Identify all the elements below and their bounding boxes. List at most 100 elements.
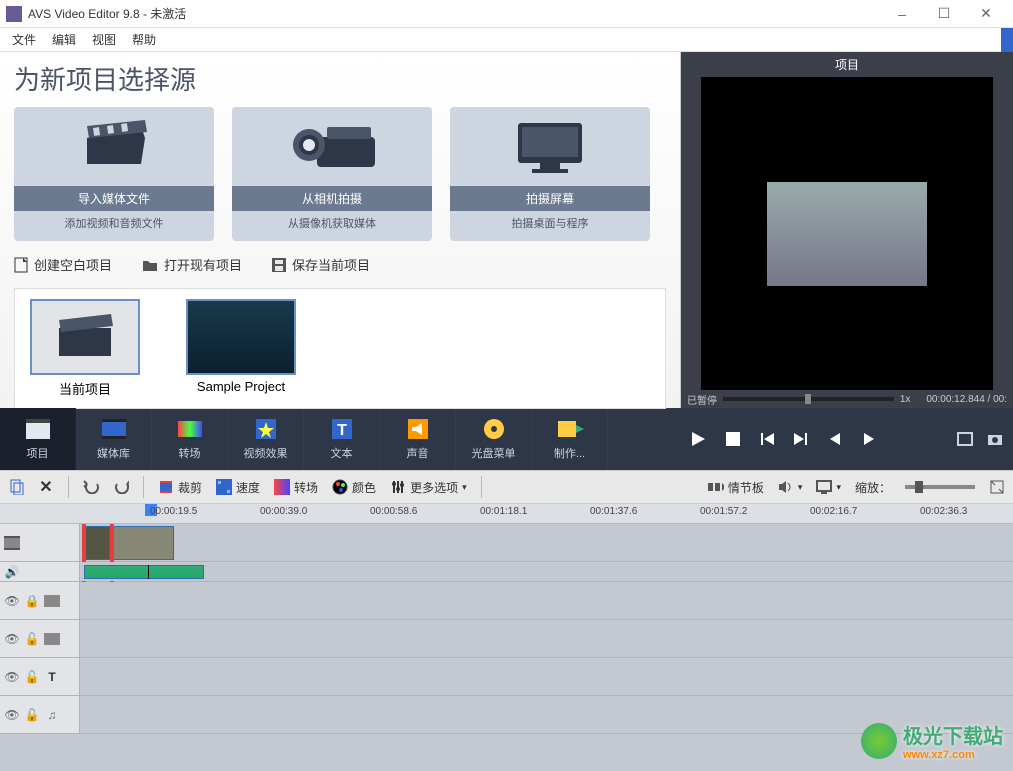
volume-button[interactable]: ▾ xyxy=(778,479,803,495)
source-sub: 拍摄桌面与程序 xyxy=(512,211,589,235)
eye-icon[interactable]: 👁 xyxy=(4,632,20,646)
track-text: 👁 🔓 T xyxy=(0,658,1013,696)
lock-icon[interactable]: 🔓 xyxy=(24,632,40,646)
prev-button[interactable] xyxy=(760,432,774,446)
play-button[interactable] xyxy=(690,431,706,447)
track-body[interactable] xyxy=(80,582,1013,619)
clapperboard-icon xyxy=(79,107,149,186)
disc-icon xyxy=(480,417,508,441)
eye-icon[interactable]: 👁 xyxy=(4,708,20,722)
side-tab[interactable] xyxy=(1001,28,1013,52)
text-icon: T xyxy=(328,417,356,441)
time-ruler[interactable]: 00:00:19.5 00:00:39.0 00:00:58.6 00:01:1… xyxy=(0,504,1013,524)
preview-time: 00:00:12.844 / 00: xyxy=(926,394,1007,405)
redo-button[interactable] xyxy=(113,479,129,495)
camcorder-icon xyxy=(287,107,377,186)
watermark: 极光下载站 www.xz7.com xyxy=(861,720,1003,761)
clapperboard-icon xyxy=(53,314,117,360)
fullscreen-button[interactable] xyxy=(957,432,973,446)
track-body[interactable] xyxy=(80,658,1013,695)
source-title: 导入媒体文件 xyxy=(14,186,214,211)
color-tool[interactable]: 颜色 xyxy=(332,479,376,496)
content-area: 为新项目选择源 导入媒体文件 添加视频和音频文件 从相机拍摄 从摄像机获取媒体 xyxy=(0,52,1013,408)
source-panel: 为新项目选择源 导入媒体文件 添加视频和音频文件 从相机拍摄 从摄像机获取媒体 xyxy=(0,52,681,408)
audio-clip[interactable] xyxy=(84,565,204,579)
source-capture-screen[interactable]: 拍摄屏幕 拍摄桌面与程序 xyxy=(450,107,650,241)
preview-panel: 项目 已暂停 1x 00:00:12.844 / 00: xyxy=(681,52,1013,408)
source-title: 从相机拍摄 xyxy=(232,186,432,211)
music-icon: ♫ xyxy=(44,708,60,722)
source-sub: 从摄像机获取媒体 xyxy=(288,211,376,235)
produce-icon xyxy=(556,417,584,441)
menu-help[interactable]: 帮助 xyxy=(124,28,164,51)
maximize-button[interactable]: ☐ xyxy=(923,0,965,28)
copy-button[interactable] xyxy=(8,479,24,495)
delete-button[interactable]: ✕ xyxy=(38,479,54,495)
filmstrip-icon xyxy=(44,632,60,646)
tab-video-effects[interactable]: 视频效果 xyxy=(228,408,304,470)
source-sub: 添加视频和音频文件 xyxy=(65,211,164,235)
tab-project[interactable]: 项目 xyxy=(0,408,76,470)
menu-edit[interactable]: 编辑 xyxy=(44,28,84,51)
next-button[interactable] xyxy=(794,432,808,446)
speed-slider[interactable] xyxy=(723,397,894,401)
storyboard-toggle[interactable]: 情节板 xyxy=(708,479,764,496)
transition-tool[interactable]: 转场 xyxy=(274,479,318,496)
lock-icon[interactable]: 🔓 xyxy=(24,670,40,684)
tab-produce[interactable]: 制作... xyxy=(532,408,608,470)
track-overlay-1: 👁 🔒 xyxy=(0,582,1013,620)
titlebar: AVS Video Editor 9.8 - 未激活 – ☐ ✕ xyxy=(0,0,1013,28)
tab-media-library[interactable]: 媒体库 xyxy=(76,408,152,470)
snapshot-button[interactable] xyxy=(987,432,1003,446)
frame-back-button[interactable] xyxy=(828,432,842,446)
tab-disc-menu[interactable]: 光盘菜单 xyxy=(456,408,532,470)
zoom-label: 缩放： xyxy=(855,479,891,496)
preview-viewport[interactable] xyxy=(701,77,993,390)
window-title: AVS Video Editor 9.8 - 未激活 xyxy=(28,5,186,22)
source-import-media[interactable]: 导入媒体文件 添加视频和音频文件 xyxy=(14,107,214,241)
track-body[interactable] xyxy=(80,562,1013,581)
fit-button[interactable] xyxy=(989,479,1005,495)
menu-file[interactable]: 文件 xyxy=(4,28,44,51)
project-sample[interactable]: Sample Project xyxy=(181,299,301,398)
open-project[interactable]: 打开现有项目 xyxy=(142,255,242,274)
crop-tool[interactable]: 裁剪 xyxy=(158,479,202,496)
lock-icon[interactable]: 🔒 xyxy=(24,594,40,608)
tab-text[interactable]: T 文本 xyxy=(304,408,380,470)
edit-toolbar: ✕ 裁剪 速度 转场 颜色 更多选项▾ 情节板 ▾ ▾ 缩放： xyxy=(0,470,1013,504)
video-clip[interactable] xyxy=(84,526,110,560)
speed-tool[interactable]: 速度 xyxy=(216,479,260,496)
source-title: 拍摄屏幕 xyxy=(450,186,650,211)
tab-transitions[interactable]: 转场 xyxy=(152,408,228,470)
minimize-button[interactable]: – xyxy=(881,0,923,28)
frame-fwd-button[interactable] xyxy=(862,432,876,446)
track-body[interactable] xyxy=(80,620,1013,657)
project-current[interactable]: 当前项目 xyxy=(25,299,145,398)
filmstrip-icon xyxy=(4,536,20,550)
save-project[interactable]: 保存当前项目 xyxy=(272,255,370,274)
zoom-slider[interactable] xyxy=(905,485,975,489)
eye-icon[interactable]: 👁 xyxy=(4,670,20,684)
close-button[interactable]: ✕ xyxy=(965,0,1007,28)
project-icon xyxy=(24,417,52,441)
undo-button[interactable] xyxy=(83,479,99,495)
source-from-camera[interactable]: 从相机拍摄 从摄像机获取媒体 xyxy=(232,107,432,241)
preview-title: 项目 xyxy=(681,52,1013,77)
monitor-icon xyxy=(510,107,590,186)
lock-icon[interactable]: 🔓 xyxy=(24,708,40,722)
new-blank-project[interactable]: 创建空白项目 xyxy=(14,255,112,274)
preview-speed: 1x xyxy=(900,394,911,405)
speaker-icon: 🔊 xyxy=(4,565,20,579)
menu-view[interactable]: 视图 xyxy=(84,28,124,51)
preview-status: 已暂停 xyxy=(687,392,717,407)
more-options[interactable]: 更多选项▾ xyxy=(390,479,467,496)
aurora-icon xyxy=(861,723,897,759)
eye-icon[interactable]: 👁 xyxy=(4,594,20,608)
filmstrip-icon xyxy=(100,417,128,441)
video-clip[interactable] xyxy=(110,526,174,560)
stop-button[interactable] xyxy=(726,432,740,446)
display-button[interactable]: ▾ xyxy=(816,479,841,495)
tab-audio[interactable]: 声音 xyxy=(380,408,456,470)
track-audio-main: 🔊 xyxy=(0,562,1013,582)
track-body[interactable] xyxy=(80,524,1013,561)
